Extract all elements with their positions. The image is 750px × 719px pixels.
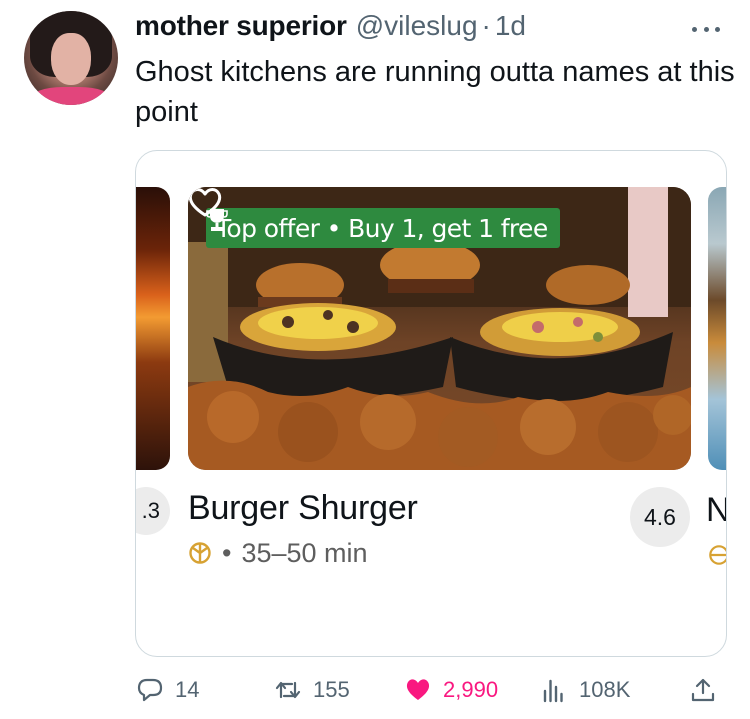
restaurant-image: Top offer • Buy 1, get 1 free	[188, 187, 691, 470]
author-name[interactable]: mother superior	[135, 10, 347, 42]
repost-button[interactable]: 155	[275, 672, 350, 708]
repost-count: 155	[313, 677, 350, 702]
tweet-header: mother superior @vileslug · 1d	[135, 10, 526, 44]
views-icon	[543, 679, 563, 703]
like-button[interactable]: 2,990	[405, 672, 498, 708]
tweet-text: Ghost kitchens are running outta names a…	[135, 56, 735, 128]
previous-rating-value: .3	[141, 498, 160, 523]
reply-count: 14	[175, 677, 200, 702]
rating-value: 4.6	[644, 503, 676, 530]
offer-text: Top offer • Buy 1, get 1 free	[216, 213, 548, 243]
repost-icon	[275, 681, 301, 699]
offer-badge: Top offer • Buy 1, get 1 free	[206, 208, 560, 248]
views-button[interactable]: 108K	[541, 672, 630, 708]
reply-button[interactable]: 14	[137, 672, 199, 708]
avatar[interactable]	[24, 11, 118, 105]
delivery-icon	[189, 542, 211, 564]
media-card[interactable]: Top offer • Buy 1, get 1 free .3 Burger …	[135, 150, 727, 657]
header-separator: ·	[481, 10, 491, 41]
next-restaurant-name: N	[706, 491, 726, 530]
rating-badge: 4.6	[630, 487, 690, 547]
like-count: 2,990	[443, 677, 499, 702]
previous-rating-badge: .3	[136, 487, 170, 535]
more-icon[interactable]	[692, 22, 720, 36]
views-count: 108K	[579, 677, 631, 702]
delivery-time: 35–50 min	[241, 537, 368, 568]
reply-icon	[137, 678, 163, 702]
tweet-timestamp[interactable]: 1d	[495, 10, 526, 42]
restaurant-name[interactable]: Burger Shurger	[188, 489, 418, 528]
share-button[interactable]	[690, 672, 728, 708]
next-delivery-icon	[709, 545, 726, 565]
meta-separator: •	[222, 537, 232, 568]
author-handle[interactable]: @vileslug	[356, 10, 478, 42]
share-icon	[691, 678, 715, 702]
previous-restaurant-image	[136, 187, 170, 470]
tweet-actions: 14 155 2,990 108K	[135, 672, 725, 708]
restaurant-meta: • 35–50 min	[188, 537, 368, 569]
heart-outline-icon[interactable]	[188, 187, 222, 217]
next-restaurant-image	[708, 187, 726, 470]
like-icon	[406, 679, 430, 700]
